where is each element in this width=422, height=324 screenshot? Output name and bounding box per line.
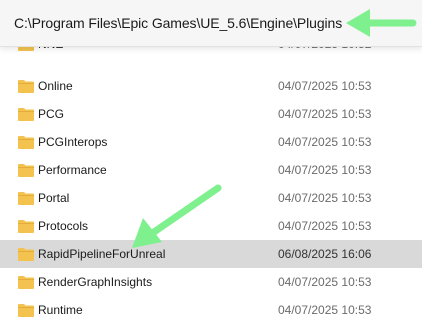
- annotation-arrow-folder: [132, 184, 222, 248]
- folder-icon: [18, 164, 34, 177]
- folder-name: Portal: [38, 191, 70, 205]
- folder-icon: [18, 304, 34, 317]
- folder-date: 04/07/2025 10:53: [278, 163, 372, 177]
- list-item[interactable]: RenderGraphInsights 04/07/2025 10:53: [0, 268, 422, 296]
- folder-icon: [18, 248, 34, 261]
- folder-date: 04/07/2025 10:53: [278, 303, 372, 317]
- folder-icon: [18, 220, 34, 233]
- list-item[interactable]: PCG 04/07/2025 10:53: [0, 100, 422, 128]
- folder-date: 04/07/2025 10:53: [278, 135, 372, 149]
- folder-icon: [18, 136, 34, 149]
- folder-date: 06/08/2025 16:06: [278, 247, 372, 261]
- folder-name: Runtime: [38, 303, 83, 317]
- annotation-arrow-path: [346, 9, 417, 37]
- folder-name: PCG: [38, 107, 65, 121]
- folder-icon: [18, 192, 34, 205]
- folder-icon: [18, 276, 34, 289]
- folder-icon: [18, 80, 34, 93]
- file-list: NNE 04/07/2025 10:52 Online 04/07/2025 1…: [0, 37, 422, 317]
- folder-date: 04/07/2025 10:53: [278, 79, 372, 93]
- folder-date: 04/07/2025 10:53: [278, 219, 372, 233]
- folder-name: RenderGraphInsights: [38, 275, 153, 289]
- folder-date: 04/07/2025 10:53: [278, 275, 372, 289]
- folder-name: PCGInterops: [38, 135, 108, 149]
- list-item[interactable]: Runtime 04/07/2025 10:53: [0, 296, 422, 324]
- folder-date: 04/07/2025 10:53: [278, 191, 372, 205]
- list-item[interactable]: Performance 04/07/2025 10:53: [0, 156, 422, 184]
- folder-name: Performance: [38, 163, 107, 177]
- folder-name: Protocols: [38, 219, 89, 233]
- address-path[interactable]: C:\Program Files\Epic Games\UE_5.6\Engin…: [14, 15, 342, 31]
- list-item[interactable]: PCGInterops 04/07/2025 10:53: [0, 128, 422, 156]
- list-item[interactable]: Online 04/07/2025 10:53: [0, 72, 422, 100]
- folder-date: 04/07/2025 10:53: [278, 107, 372, 121]
- folder-name: Online: [38, 79, 73, 93]
- folder-icon: [18, 108, 34, 121]
